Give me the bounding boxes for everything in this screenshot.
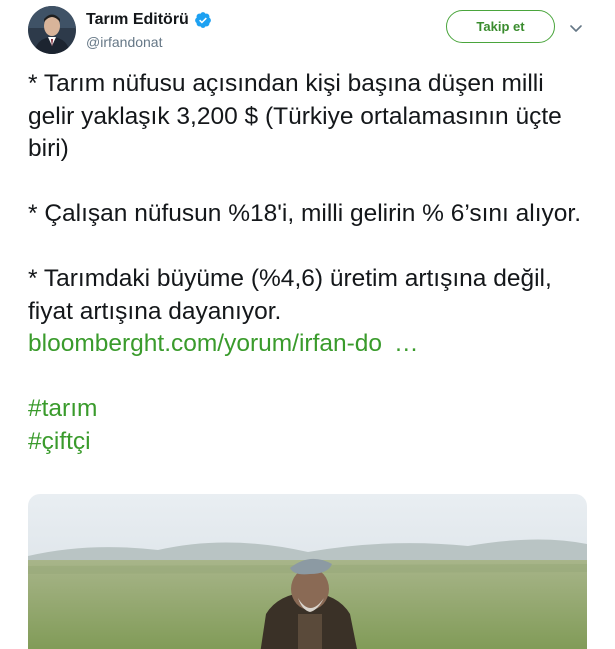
follow-button[interactable]: Takip et [446, 10, 555, 43]
link-text: bloomberght.com/yorum/irfan-do [28, 330, 383, 357]
tweet-link[interactable]: bloomberght.com/yorum/irfan-do … [28, 328, 588, 361]
tweet-paragraph: * Tarım nüfusu açısından kişi başına düş… [28, 70, 562, 162]
tweet-card: Tarım Editörü @irfandonat Takip et * Tar… [0, 0, 615, 649]
tweet-header: Tarım Editörü @irfandonat Takip et [28, 6, 603, 56]
display-name[interactable]: Tarım Editörü [86, 11, 189, 29]
user-handle[interactable]: @irfandonat [86, 34, 212, 50]
tweet-paragraph: * Tarımdaki büyüme (%4,6) üretim artışın… [28, 265, 552, 325]
hashtag-link[interactable]: #çiftçi [28, 426, 588, 459]
user-names: Tarım Editörü @irfandonat [86, 9, 212, 50]
farmer-field-photo [28, 494, 587, 649]
tweet-text: * Tarım nüfusu açısından kişi başına düş… [28, 68, 588, 458]
verified-badge-icon [194, 11, 212, 29]
link-ellipsis: … [394, 330, 419, 357]
tweet-paragraph: * Çalışan nüfusun %18'i, milli gelirin %… [28, 200, 582, 227]
avatar[interactable] [28, 6, 76, 54]
avatar-image [28, 6, 76, 54]
chevron-down-icon[interactable] [568, 20, 584, 36]
tweet-media-photo[interactable] [28, 494, 587, 649]
hashtag-link[interactable]: #tarım [28, 393, 588, 426]
display-name-row: Tarım Editörü [86, 9, 212, 31]
